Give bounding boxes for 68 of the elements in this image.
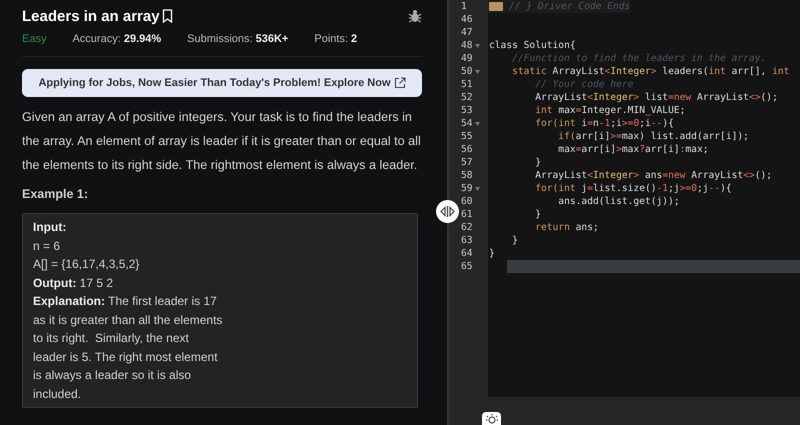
code-line: } bbox=[511, 235, 518, 246]
job-banner-link[interactable]: Applying for Jobs, Now Easier Than Today's Problem! Explore Now bbox=[22, 69, 422, 97]
bookmark-icon[interactable] bbox=[162, 9, 173, 23]
example-line: Output: 17 5 2 bbox=[33, 274, 114, 292]
code-line: } bbox=[534, 209, 541, 220]
example-line: leader is 5. The right most element bbox=[33, 348, 219, 366]
line-number: 60 bbox=[461, 196, 473, 207]
problem-title: Leaders in an array bbox=[22, 8, 160, 24]
line-number: 49 bbox=[461, 53, 473, 64]
stat-text: Points: 2 bbox=[314, 33, 358, 45]
fold-caret-icon[interactable] bbox=[474, 122, 480, 126]
problem-description: Given an array A of positive integers. Your task is to find the leaders in the array. An element of array is leader if it is greater than or equal to all the elements to its right side. The rightmost element is always a leader. bbox=[22, 109, 422, 174]
stat-text: Submissions: 536K+ bbox=[187, 33, 288, 45]
fold-caret-icon[interactable] bbox=[474, 70, 480, 74]
line-number: 61 bbox=[461, 209, 473, 220]
code-line: class Solution{ bbox=[489, 40, 576, 51]
code-line: } bbox=[534, 157, 541, 168]
example-line: Explanation: The first leader is 17 bbox=[33, 293, 218, 310]
line-number: 46 bbox=[461, 14, 473, 25]
example-line: is always a leader so it is also bbox=[33, 367, 192, 384]
code-line: for(int j=list.size()-1;j>=0;j--){ bbox=[534, 183, 732, 194]
external-link-icon bbox=[394, 77, 406, 89]
hint-button[interactable] bbox=[482, 412, 501, 425]
code-line: // Your code here bbox=[534, 79, 634, 90]
line-number: 53 bbox=[461, 105, 473, 116]
code-line: ArrayList<Integer> ans=new ArrayList<>(); bbox=[534, 170, 772, 181]
resize-arrows-icon bbox=[440, 206, 455, 217]
code-line: ArrayList<Integer> list=new ArrayList<>(); bbox=[534, 92, 778, 103]
line-number: 64 bbox=[461, 248, 473, 259]
line-number: 47 bbox=[461, 27, 473, 38]
resize-handle[interactable] bbox=[436, 200, 459, 223]
line-number: 52 bbox=[461, 92, 473, 103]
example-line: A[] = {16,17,4,3,5,2} bbox=[33, 256, 140, 273]
line-number: 1 bbox=[461, 1, 467, 12]
example-line: included. bbox=[33, 386, 82, 402]
code-line: } bbox=[489, 248, 495, 259]
code-line: max=arr[i]>max?arr[i]:max; bbox=[557, 144, 709, 155]
line-number: 65 bbox=[461, 261, 473, 272]
line-number: 63 bbox=[461, 235, 473, 246]
example-line: Input: bbox=[33, 219, 68, 236]
stat-text: Accuracy: 29.94% bbox=[72, 33, 162, 45]
lightbulb-icon bbox=[486, 414, 498, 425]
line-number: 58 bbox=[461, 170, 473, 181]
example-line: as it is greater than all the elements bbox=[33, 312, 224, 328]
line-number: 54 bbox=[461, 118, 473, 129]
code-line: static ArrayList<Integer> leaders(int arr[], int bbox=[511, 66, 790, 77]
difficulty-label: Easy bbox=[22, 33, 46, 45]
bug-icon[interactable] bbox=[408, 9, 422, 23]
line-number: 50 bbox=[461, 66, 473, 77]
code-line: ans.add(list.get(j)); bbox=[557, 196, 680, 207]
fold-caret-icon[interactable] bbox=[474, 186, 480, 190]
code-line: // } Driver Code Ends bbox=[509, 1, 630, 12]
example-line: to its right. Similarly, the next bbox=[33, 330, 190, 347]
example-line: n = 6 bbox=[33, 238, 62, 254]
line-number: 59 bbox=[461, 183, 473, 194]
line-number: 57 bbox=[461, 157, 473, 168]
example-heading: Example 1: bbox=[22, 187, 90, 201]
code-line: int max=Integer.MIN_VALUE; bbox=[534, 105, 686, 116]
line-number: 62 bbox=[461, 222, 473, 233]
line-number: 51 bbox=[461, 79, 473, 90]
code-line: for(int i=n-1;i>=0;i--){ bbox=[534, 118, 674, 129]
line-number: 55 bbox=[461, 131, 473, 142]
line-number: 56 bbox=[461, 144, 473, 155]
line-number: 48 bbox=[461, 40, 473, 51]
code-line: if(arr[i]>=max) list.add(arr[i]); bbox=[557, 131, 749, 142]
fold-caret-icon[interactable] bbox=[474, 44, 480, 48]
code-line: //Function to find the leaders in the array. bbox=[511, 53, 766, 64]
code-line: return ans; bbox=[534, 222, 599, 233]
